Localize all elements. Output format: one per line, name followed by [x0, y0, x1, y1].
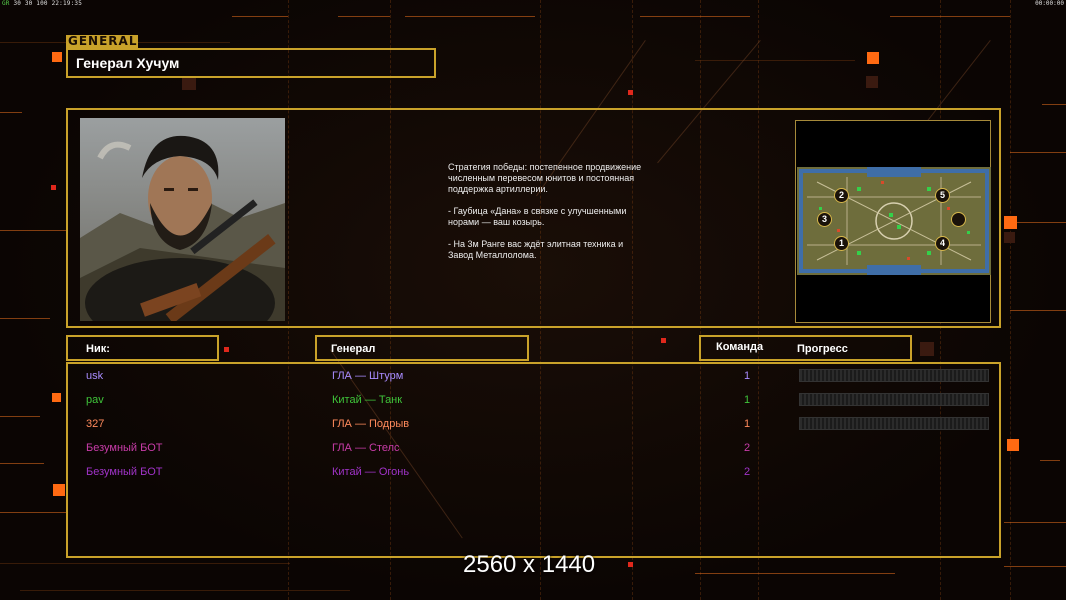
- start-position-5: 5: [935, 188, 950, 203]
- player-row: 327 ГЛА — Подрыв 1: [68, 414, 998, 434]
- map-preview[interactable]: 2 5 3 1 4: [795, 120, 991, 323]
- description-strategy: Стратегия победы: постепенное продвижени…: [448, 162, 642, 194]
- player-nick: usk: [86, 370, 104, 382]
- fps-label: GR: [2, 0, 10, 7]
- fps-status: GR 30 30 100 22:19:35: [2, 0, 82, 7]
- game-timer: 00:00:00: [1035, 0, 1064, 7]
- player-team: 2: [744, 442, 751, 454]
- general-description: Стратегия победы: постепенное продвижени…: [448, 162, 648, 272]
- player-team: 1: [744, 370, 751, 382]
- player-nick: pav: [86, 394, 104, 406]
- players-panel: usk ГЛА — Штурм 1 pav Китай — Танк 1 327…: [66, 362, 1001, 558]
- player-general: ГЛА — Подрыв: [332, 418, 410, 430]
- header-progress-label: Прогресс: [797, 343, 848, 355]
- player-team: 1: [744, 394, 751, 406]
- map-image: 2 5 3 1 4: [797, 167, 991, 275]
- general-info-panel: Стратегия победы: постепенное продвижени…: [66, 108, 1001, 328]
- player-nick: Безумный БОТ: [86, 442, 163, 454]
- player-general: ГЛА — Штурм: [332, 370, 404, 382]
- fps-values: 30 30 100: [13, 0, 48, 7]
- player-row: Безумный БОТ ГЛА — Стелс 2: [68, 438, 998, 458]
- clock-time: 22:19:35: [51, 0, 83, 7]
- start-position-1: 1: [834, 236, 849, 251]
- player-progress-bar: [799, 417, 989, 430]
- player-row: Безумный БОТ Китай — Огонь 2: [68, 462, 998, 482]
- header-general: Генерал: [315, 335, 529, 361]
- start-position-4: 4: [935, 236, 950, 251]
- player-general: ГЛА — Стелс: [332, 442, 400, 454]
- general-tag: GENERAL: [66, 34, 138, 48]
- player-team: 1: [744, 418, 751, 430]
- general-name-box: Генерал Хучум: [66, 48, 436, 78]
- start-position-3: 3: [817, 212, 832, 227]
- player-nick: Безумный БОТ: [86, 466, 163, 478]
- resolution-label: 2560 x 1440: [463, 551, 596, 578]
- header-team-label: Команда: [716, 341, 764, 353]
- player-row: pav Китай — Танк 1: [68, 390, 998, 410]
- description-tip-2: - На 3м Ранге вас ждёт элитная техника и…: [448, 239, 624, 260]
- player-row: usk ГЛА — Штурм 1: [68, 366, 998, 386]
- general-name: Генерал Хучум: [76, 55, 180, 71]
- start-position-empty: [951, 212, 966, 227]
- header-general-label: Генерал: [331, 343, 376, 355]
- general-portrait: [80, 118, 285, 321]
- player-general: Китай — Танк: [332, 394, 403, 406]
- header-nick: Ник:: [66, 335, 219, 361]
- header-team-progress: Команда Прогресс: [699, 335, 912, 361]
- header-nick-label: Ник:: [86, 343, 110, 355]
- player-progress-bar: [799, 393, 989, 406]
- player-team: 2: [744, 466, 751, 478]
- player-nick: 327: [86, 418, 105, 430]
- start-position-2: 2: [834, 188, 849, 203]
- player-progress-bar: [799, 369, 989, 382]
- description-tip-1: - Гаубица «Дана» в связке с улучшенными …: [448, 206, 627, 227]
- player-general: Китай — Огонь: [332, 466, 410, 478]
